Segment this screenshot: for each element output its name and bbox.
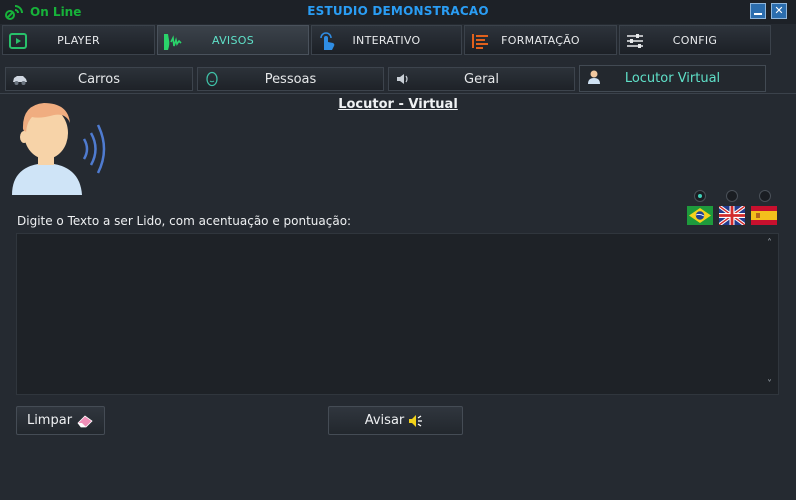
tab-pessoas[interactable]: Pessoas [197,67,384,91]
text-prompt-label: Digite o Texto a ser Lido, com acentuaçã… [17,214,352,228]
tab-label: Locutor Virtual [624,71,721,86]
tab-interativo[interactable]: INTERATIVO [311,25,462,55]
clear-label: Limpar [26,413,73,428]
page-title: Locutor - Virtual [338,97,458,112]
scroll-up-icon[interactable]: ˄ [767,238,772,249]
eraser-icon [77,414,93,427]
minimize-button[interactable] [750,3,766,19]
tab-config[interactable]: CONFIG [619,25,771,55]
uk-flag-icon[interactable] [719,206,745,225]
tab-label: Geral [464,72,499,87]
tab-formatacao[interactable]: FORMATAÇÃO [464,25,617,55]
tab-player[interactable]: PLAYER [2,25,155,55]
main-tabs: PLAYER AVISOS INTERATIVO FORMATAÇÃO CONF… [0,25,796,57]
close-button[interactable]: ✕ [771,3,787,19]
tab-avisos[interactable]: AVISOS [157,25,309,55]
title-bar: On Line ESTUDIO DEMONSTRACAO ✕ [0,0,796,24]
language-radio-en[interactable] [726,190,738,202]
tab-label: FORMATAÇÃO [501,34,580,47]
sub-tabs: Carros Pessoas Geral Locutor Virtual [0,65,796,93]
speech-text-input[interactable]: ˄ ˅ [16,233,779,395]
language-radio-pt[interactable] [694,190,706,202]
tab-label: CONFIG [672,34,718,47]
virtual-speaker-avatar-icon [12,103,106,195]
scroll-down-icon[interactable]: ˅ [767,379,772,390]
spain-flag-icon[interactable] [751,206,777,225]
announce-button[interactable]: Avisar [328,406,463,435]
language-radio-es[interactable] [759,190,771,202]
tab-geral[interactable]: Geral [388,67,575,91]
brazil-flag-icon[interactable] [687,206,713,225]
tab-label: INTERATIVO [352,34,421,47]
tab-carros[interactable]: Carros [5,67,193,91]
tab-locutor-virtual[interactable]: Locutor Virtual [579,65,766,92]
divider [0,93,796,94]
speaker-sound-icon [409,414,423,427]
announce-label: Avisar [364,413,405,428]
tab-label: PLAYER [57,34,100,47]
clear-button[interactable]: Limpar [16,406,105,435]
tab-label: Carros [78,72,120,87]
window-title: ESTUDIO DEMONSTRACAO [307,4,489,18]
tab-label: Pessoas [264,72,317,87]
tab-label: AVISOS [211,34,254,47]
